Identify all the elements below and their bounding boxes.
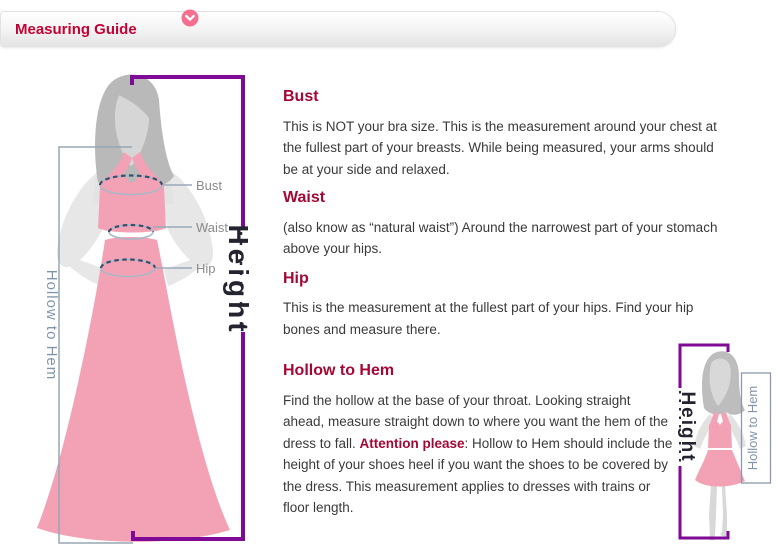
hollow-to-hem-label: Hollow to Hem [43, 270, 60, 381]
dress-skirt [37, 237, 230, 542]
attention-label: Attention please [360, 436, 465, 451]
section-heading: Bust [283, 86, 725, 108]
dress-skirt [695, 450, 745, 487]
section-waist: Waist (also know as “natural waist”) Aro… [283, 187, 725, 260]
hollow-to-hem-label: Hollow to Hem [745, 386, 760, 471]
page-title: Measuring Guide [15, 21, 137, 38]
section-bust: Bust This is NOT your bra size. This is … [283, 86, 725, 180]
bust-label: Bust [196, 178, 222, 193]
chevron-down-icon[interactable] [181, 9, 199, 27]
dress-bodice [98, 174, 166, 232]
small-dress [695, 412, 745, 487]
measuring-guide-header[interactable]: Measuring Guide [0, 11, 676, 47]
section-body: Find the hollow at the base of your thro… [283, 390, 675, 519]
height-label: Height [677, 391, 698, 462]
dress-bodice [708, 421, 732, 448]
small-measurement-diagram: Height Hollow to Hem [652, 330, 778, 553]
section-heading: Hip [283, 268, 725, 290]
collapse-toggle[interactable] [181, 9, 199, 27]
hip-label: Hip [196, 261, 216, 276]
section-body: (also know as “natural waist”) Around th… [283, 217, 725, 260]
section-heading: Waist [283, 187, 725, 209]
height-label: Height [223, 224, 254, 335]
section-body: This is NOT your bra size. This is the m… [283, 116, 725, 181]
